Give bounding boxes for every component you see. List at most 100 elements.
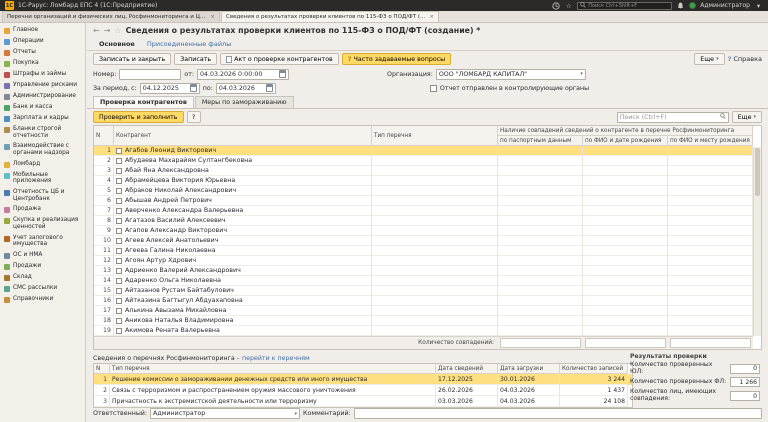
row-checkbox[interactable] bbox=[116, 318, 122, 324]
sidebar-item[interactable]: Справочники bbox=[0, 294, 85, 305]
column-header-contractor[interactable]: Контрагент bbox=[114, 126, 372, 146]
sidebar-item[interactable]: Главное bbox=[0, 25, 85, 36]
table-row[interactable]: 10Агеев Алексей Анатольевич bbox=[94, 236, 753, 246]
sidebar-item[interactable]: Администрирование bbox=[0, 91, 85, 102]
chevron-down-icon[interactable]: ▾ bbox=[580, 71, 583, 77]
table-row[interactable]: 14Адаренко Ольга Николаевна bbox=[94, 276, 753, 286]
row-checkbox[interactable] bbox=[116, 268, 122, 274]
row-checkbox[interactable] bbox=[116, 178, 122, 184]
save-close-button[interactable]: Записать и закрыть bbox=[93, 53, 171, 65]
lists-table-row[interactable]: 3Причастность к экстремистской деятельно… bbox=[94, 396, 632, 407]
sidebar-item[interactable]: СМС рассылки bbox=[0, 283, 85, 294]
lists-column-date-info[interactable]: Дата сведений bbox=[436, 364, 498, 374]
sidebar-item[interactable]: ОС и НМА bbox=[0, 250, 85, 261]
number-input[interactable] bbox=[119, 69, 181, 80]
window-tab[interactable]: Перечни организаций и физических лиц, Ро… bbox=[2, 11, 220, 22]
sidebar-item[interactable]: Скупка и реализация ценностей bbox=[0, 215, 85, 232]
row-checkbox[interactable] bbox=[116, 278, 122, 284]
row-checkbox[interactable] bbox=[116, 188, 122, 194]
notifications-bell-icon[interactable] bbox=[676, 1, 685, 10]
row-checkbox[interactable] bbox=[116, 198, 122, 204]
table-row[interactable]: 12Агоян Артур Хдрович bbox=[94, 256, 753, 266]
column-header-fio-birthplace[interactable]: по ФИО и месту рождения bbox=[668, 136, 753, 146]
row-checkbox[interactable] bbox=[116, 298, 122, 304]
table-row[interactable]: 11Агеева Галина Николаевна bbox=[94, 246, 753, 256]
more-button[interactable]: Еще▾ bbox=[694, 53, 724, 65]
row-checkbox[interactable] bbox=[116, 328, 122, 334]
table-row[interactable]: 3Абай Яна Александровна bbox=[94, 166, 753, 176]
row-checkbox[interactable] bbox=[116, 288, 122, 294]
lists-column-n[interactable]: N bbox=[94, 364, 110, 374]
column-header-n[interactable]: N bbox=[94, 126, 114, 146]
table-row[interactable]: 5Абраков Николай Александрович bbox=[94, 186, 753, 196]
chevron-down-icon[interactable]: ▾ bbox=[295, 411, 298, 417]
row-checkbox[interactable] bbox=[116, 308, 122, 314]
sidebar-item[interactable]: Зарплата и кадры bbox=[0, 113, 85, 124]
history-clock-icon[interactable] bbox=[551, 1, 560, 10]
table-row[interactable]: 18Аникова Наталья Владимировна bbox=[94, 316, 753, 326]
table-row[interactable]: 13Адриенко Валерий Александрович bbox=[94, 266, 753, 276]
nav-tab[interactable]: Основное bbox=[99, 40, 135, 48]
favorites-star-icon[interactable]: ☆ bbox=[564, 1, 573, 10]
favorite-star-icon[interactable]: ☆ bbox=[114, 26, 121, 35]
row-checkbox[interactable] bbox=[116, 258, 122, 264]
responsible-select[interactable]: Администратор▾ bbox=[150, 408, 300, 419]
table-row[interactable]: 8Агатазов Василий Алексеевич bbox=[94, 216, 753, 226]
lists-link[interactable]: перейти к перечням bbox=[242, 355, 310, 362]
global-search-input[interactable]: Поиск Ctrl+Shift+F bbox=[577, 2, 672, 10]
lists-column-date-load[interactable]: Дата загрузки bbox=[498, 364, 560, 374]
calendar-icon[interactable] bbox=[279, 70, 286, 78]
table-row[interactable]: 2Абудаева Махарайям Султангбековна bbox=[94, 156, 753, 166]
sidebar-item[interactable]: Отчетность ЦБ и Центробанк bbox=[0, 187, 85, 204]
organization-select[interactable]: ООО "ЛОМБАРД КАПИТАЛ"▾ bbox=[436, 69, 586, 80]
table-row[interactable]: 6Абышав Андрей Петрович bbox=[94, 196, 753, 206]
table-scrollbar[interactable] bbox=[753, 147, 761, 336]
row-checkbox[interactable] bbox=[116, 228, 122, 234]
service-menu-chevron-icon[interactable]: ▾ bbox=[754, 1, 763, 10]
scrollbar-thumb[interactable] bbox=[755, 148, 760, 196]
calendar-icon[interactable] bbox=[190, 84, 197, 92]
forward-arrow-icon[interactable]: → bbox=[104, 26, 111, 35]
sidebar-item[interactable]: Взаимодействие с органами надзора bbox=[0, 141, 85, 158]
sidebar-item[interactable]: Склад bbox=[0, 272, 85, 283]
row-checkbox[interactable] bbox=[116, 148, 122, 154]
inner-tab[interactable]: Меры по замораживанию bbox=[195, 96, 294, 108]
lists-column-type[interactable]: Тип перечня bbox=[110, 364, 436, 374]
sidebar-item[interactable]: Продажи bbox=[0, 261, 85, 272]
lists-column-count[interactable]: Количество записей bbox=[560, 364, 628, 374]
comment-input[interactable] bbox=[354, 408, 762, 419]
calendar-icon[interactable] bbox=[266, 84, 273, 92]
sidebar-item[interactable]: Продажа bbox=[0, 204, 85, 215]
row-checkbox[interactable] bbox=[116, 248, 122, 254]
user-name[interactable]: Администратор bbox=[700, 2, 750, 9]
sidebar-item[interactable]: Мобильные приложения bbox=[0, 170, 85, 187]
table-row[interactable]: 15Айтазанов Рустам Байтабулович bbox=[94, 286, 753, 296]
report-sent-checkbox[interactable] bbox=[430, 85, 437, 92]
row-checkbox[interactable] bbox=[116, 208, 122, 214]
row-checkbox[interactable] bbox=[116, 168, 122, 174]
back-arrow-icon[interactable]: ← bbox=[93, 26, 100, 35]
sidebar-item[interactable]: Учет залогового имущества bbox=[0, 233, 85, 250]
faq-button[interactable]: ?Часто задаваемые вопросы bbox=[342, 53, 451, 65]
tab-close-icon[interactable]: × bbox=[210, 14, 215, 20]
window-tab[interactable]: Сведения о результатах проверки клиентов… bbox=[221, 11, 439, 22]
act-check-button[interactable]: Акт о проверке контрагентов bbox=[220, 53, 339, 65]
table-row[interactable]: 1Агабов Леонид Викторович bbox=[94, 146, 753, 156]
row-checkbox[interactable] bbox=[116, 218, 122, 224]
table-more-button[interactable]: Еще▾ bbox=[732, 111, 762, 123]
sidebar-item[interactable]: Отчеты bbox=[0, 47, 85, 58]
nav-tab[interactable]: Присоединенные файлы bbox=[147, 40, 232, 48]
table-row[interactable]: 9Агапов Александр Викторович bbox=[94, 226, 753, 236]
check-fill-button[interactable]: Проверить и заполнить bbox=[93, 111, 184, 123]
sidebar-item[interactable]: Ломбард bbox=[0, 159, 85, 170]
save-button[interactable]: Записать bbox=[174, 53, 217, 65]
table-search-input[interactable]: Поиск (Ctrl+F) bbox=[617, 112, 729, 123]
sidebar-item[interactable]: Операции bbox=[0, 36, 85, 47]
sidebar-item[interactable]: Банк и касса bbox=[0, 102, 85, 113]
column-header-fio-birthdate[interactable]: по ФИО и дате рождения bbox=[583, 136, 668, 146]
lists-table-row[interactable]: 2Связь с терроризмом и распространением … bbox=[94, 385, 632, 396]
table-row[interactable]: 4Абрамейцева Виктория Юрьевна bbox=[94, 176, 753, 186]
column-header-type[interactable]: Тип перечня bbox=[372, 126, 498, 146]
row-checkbox[interactable] bbox=[116, 158, 122, 164]
sidebar-item[interactable]: Управление рисками bbox=[0, 80, 85, 91]
